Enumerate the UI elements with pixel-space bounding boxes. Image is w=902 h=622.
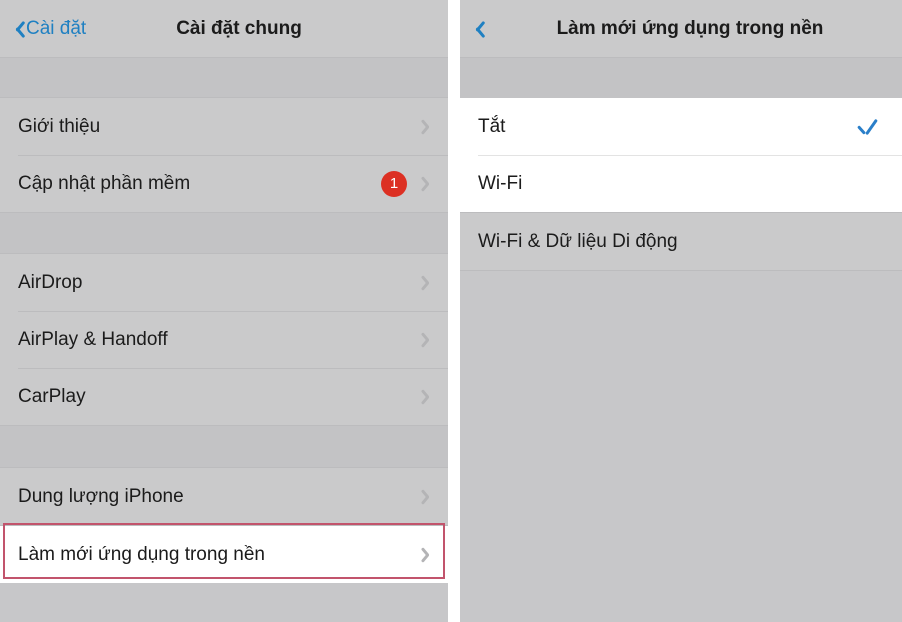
back-button-general[interactable]: [470, 18, 486, 40]
dual-screenshot-composite: Cài đặt Cài đặt chung Giới thiệu Cập nhậ…: [0, 0, 902, 622]
row-label: AirDrop: [18, 271, 83, 293]
chevron-right-icon: [423, 388, 434, 406]
chevron-right-icon: [423, 546, 434, 564]
left-navigation-bar: Cài đặt Cài đặt chung: [0, 0, 448, 58]
back-button-settings[interactable]: Cài đặt: [10, 18, 86, 40]
chevron-left-icon: [470, 18, 483, 40]
section-spacer: [0, 213, 448, 253]
section-spacer: [0, 58, 448, 97]
chevron-right-icon: [423, 175, 434, 193]
chevron-right-icon: [423, 118, 434, 136]
section-spacer: [460, 58, 902, 98]
option-label: Tắt: [478, 115, 506, 137]
option-row-wifi-cellular[interactable]: Wi-Fi & Dữ liệu Di động: [460, 213, 902, 270]
option-row-tat[interactable]: Tắt: [460, 98, 902, 155]
chevron-right-icon: [423, 331, 434, 349]
row-label: CarPlay: [18, 385, 86, 407]
row-label: AirPlay & Handoff: [18, 328, 168, 350]
option-label: Wi-Fi: [478, 172, 523, 194]
sidebar-item-carplay[interactable]: CarPlay: [0, 368, 448, 425]
option-row-wifi[interactable]: Wi-Fi: [460, 155, 902, 212]
chevron-left-icon: [10, 18, 23, 40]
back-button-label: Cài đặt: [26, 17, 87, 39]
sidebar-item-dung-luong-iphone[interactable]: Dung lượng iPhone: [0, 468, 448, 525]
chevron-right-icon: [423, 274, 434, 292]
refresh-options-group: Tắt Wi-Fi: [460, 98, 902, 212]
option-label: Wi-Fi & Dữ liệu Di động: [478, 230, 678, 252]
status-badge: 1: [381, 170, 407, 197]
row-label: Dung lượng iPhone: [18, 485, 184, 507]
row-label: Làm mới ứng dụng trong nền: [18, 543, 265, 565]
sidebar-item-gioi-thieu[interactable]: Giới thiệu: [0, 98, 448, 155]
settings-group-connectivity: AirDrop AirPlay & Handoff CarPlay: [0, 253, 448, 426]
panel-divider: [448, 0, 460, 622]
right-phone-screen: Làm mới ứng dụng trong nền Tắt Wi-Fi Wi-…: [460, 0, 902, 622]
settings-group-storage: Dung lượng iPhone: [0, 467, 448, 526]
sidebar-item-lam-moi-ung-dung-trong-nen[interactable]: Làm mới ứng dụng trong nền: [0, 526, 448, 583]
checkmark-icon: [856, 116, 878, 138]
settings-group-about: Giới thiệu Cập nhật phần mềm 1: [0, 97, 448, 213]
chevron-right-icon: [423, 488, 434, 506]
sidebar-item-cap-nhat-phan-mem[interactable]: Cập nhật phần mềm 1: [0, 155, 448, 212]
settings-group-background-refresh: Làm mới ứng dụng trong nền: [0, 526, 448, 583]
left-phone-screen: Cài đặt Cài đặt chung Giới thiệu Cập nhậ…: [0, 0, 448, 622]
sidebar-item-airdrop[interactable]: AirDrop: [0, 254, 448, 311]
right-page-title: Làm mới ứng dụng trong nền: [556, 17, 824, 39]
refresh-options-group-secondary: Wi-Fi & Dữ liệu Di động: [460, 212, 902, 271]
sidebar-item-airplay-handoff[interactable]: AirPlay & Handoff: [0, 311, 448, 368]
right-navigation-bar: Làm mới ứng dụng trong nền: [460, 0, 902, 58]
section-spacer: [0, 426, 448, 467]
row-label: Cập nhật phần mềm: [18, 172, 191, 194]
row-label: Giới thiệu: [18, 115, 101, 137]
